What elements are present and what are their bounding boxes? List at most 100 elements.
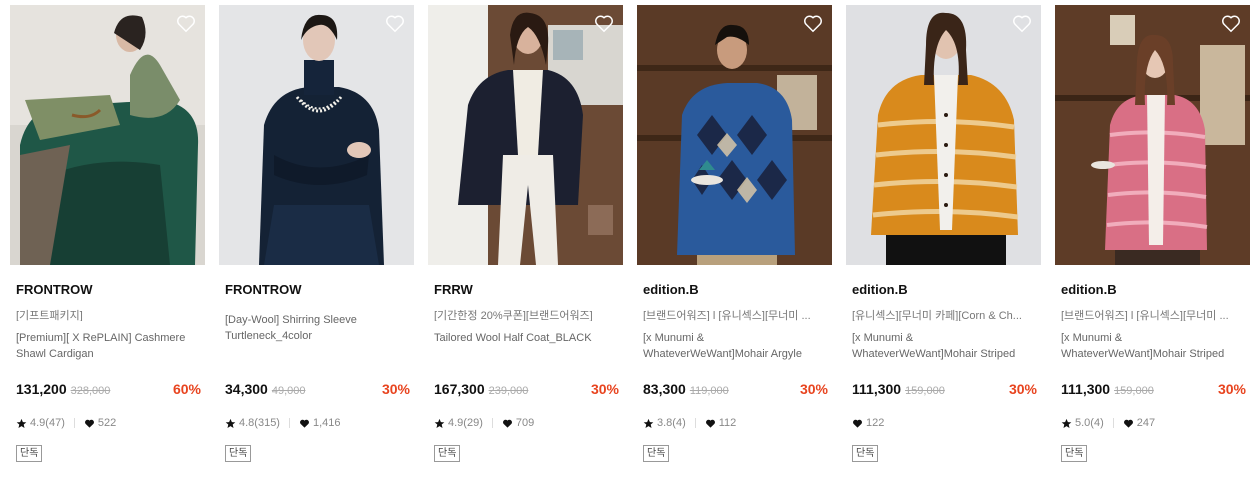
original-price: 328,000 (70, 385, 111, 397)
price-row: 83,300 119,000 30% (643, 381, 828, 397)
like-count: 247 (1136, 417, 1156, 429)
exclusive-badge: 단독 (1061, 445, 1088, 462)
product-tag: [브랜드어워즈] l [유니섹스][무너미 ... (643, 310, 811, 321)
brand-name[interactable]: FRRW (428, 282, 623, 298)
product-card[interactable]: FRRW [기간한정 20%쿠폰][브랜드어워즈] Tailored Wool … (428, 5, 623, 462)
exclusive-badge: 단독 (643, 445, 670, 462)
price-row: 131,200 328,000 60% (16, 381, 201, 397)
wishlist-heart-icon[interactable] (384, 12, 406, 34)
brand-name[interactable]: FRONTROW (219, 282, 414, 298)
product-grid: FRONTROW [기프트패키지] [Premium][ X RePLAIN] … (10, 5, 1250, 462)
like-heart-icon (300, 419, 309, 428)
product-photo (10, 5, 205, 265)
discount-rate: 30% (381, 381, 410, 397)
rating-text: 4.8(315) (239, 417, 280, 429)
price-row: 111,300 159,000 30% (852, 381, 1037, 397)
exclusive-badge: 단독 (225, 445, 252, 462)
product-tag: [기간한정 20%쿠폰][브랜드어워즈] (434, 310, 593, 321)
discount-rate: 30% (799, 381, 828, 397)
product-photo (219, 5, 414, 265)
product-title[interactable]: [x Munumi & WhateverWeWant]Mohair Stripe… (1055, 330, 1250, 362)
exclusive-badge: 단독 (852, 445, 879, 462)
like-count: 709 (515, 417, 535, 429)
original-price: 239,000 (488, 385, 529, 397)
product-photo (428, 5, 623, 265)
star-icon (16, 418, 27, 428)
wishlist-heart-icon[interactable] (1220, 12, 1242, 34)
sale-price: 167,300 (434, 381, 485, 397)
product-card[interactable]: FRONTROW [Day-Wool] Shirring Sleeve Turt… (219, 5, 414, 462)
product-image[interactable] (1055, 5, 1250, 265)
star-icon (225, 418, 236, 428)
product-title[interactable]: [x Munumi & WhateverWeWant]Mohair Stripe… (846, 330, 1041, 362)
product-image[interactable] (428, 5, 623, 265)
discount-rate: 30% (590, 381, 619, 397)
brand-name[interactable]: FRONTROW (10, 282, 205, 298)
product-title[interactable]: [Premium][ X RePLAIN] Cashmere Shawl Car… (10, 330, 205, 362)
product-tag: [유니섹스][무너미 카페][Corn & Ch... (852, 310, 1022, 321)
wishlist-heart-icon[interactable] (175, 12, 197, 34)
sale-price: 131,200 (16, 381, 67, 397)
sale-price: 34,300 (225, 381, 268, 397)
product-photo (846, 5, 1041, 265)
like-heart-icon (705, 419, 715, 428)
stat-divider (1112, 418, 1114, 428)
like-count: 522 (97, 417, 117, 429)
stat-divider (288, 418, 290, 428)
like-heart-icon (84, 419, 94, 428)
discount-rate: 30% (1008, 381, 1037, 397)
stat-divider (694, 418, 696, 428)
product-image[interactable] (846, 5, 1041, 265)
original-price: 159,000 (1114, 385, 1154, 397)
star-icon (1061, 418, 1072, 428)
rating-text: 4.9(47) (30, 417, 65, 429)
product-title[interactable]: [x Munumi & WhateverWeWant]Mohair Argyle… (637, 330, 832, 362)
like-count: 1,416 (312, 417, 341, 429)
brand-name[interactable]: edition.B (1055, 282, 1250, 298)
product-image[interactable] (219, 5, 414, 265)
product-stats: 3.8(4) 112 (643, 417, 736, 429)
product-image[interactable] (637, 5, 832, 265)
product-photo (637, 5, 832, 265)
original-price: 159,000 (905, 385, 945, 397)
product-photo (1055, 5, 1250, 265)
product-image[interactable] (10, 5, 205, 265)
product-card[interactable]: FRONTROW [기프트패키지] [Premium][ X RePLAIN] … (10, 5, 205, 462)
like-count: 112 (718, 417, 737, 429)
rating-text: 4.9(29) (448, 417, 483, 429)
star-icon (434, 418, 445, 428)
like-heart-icon (853, 419, 862, 428)
rating-text: 3.8(4) (657, 417, 686, 429)
product-title[interactable]: [Day-Wool] Shirring Sleeve Turtleneck_4c… (219, 312, 414, 344)
product-card[interactable]: edition.B [유니섹스][무너미 카페][Corn & Ch... [x… (846, 5, 1041, 462)
wishlist-heart-icon[interactable] (593, 12, 615, 34)
brand-name[interactable]: edition.B (846, 282, 1041, 298)
sale-price: 83,300 (643, 381, 686, 397)
product-tag: [기프트패키지] (16, 310, 83, 321)
stat-divider (491, 418, 493, 428)
wishlist-heart-icon[interactable] (802, 12, 824, 34)
product-card[interactable]: edition.B [브랜드어워즈] l [유니섹스][무너미 ... [x M… (1055, 5, 1250, 462)
stat-divider (73, 418, 75, 428)
product-card[interactable]: edition.B [브랜드어워즈] l [유니섹스][무너미 ... [x M… (637, 5, 832, 462)
sale-price: 111,300 (852, 381, 902, 397)
product-tag: [브랜드어워즈] l [유니섹스][무너미 ... (1061, 310, 1229, 321)
brand-name[interactable]: edition.B (637, 282, 832, 298)
product-stats: 4.9(47) 522 (16, 417, 116, 429)
product-stats: 122 (852, 417, 884, 429)
discount-rate: 60% (172, 381, 201, 397)
price-row: 167,300 239,000 30% (434, 381, 619, 397)
like-heart-icon (1123, 419, 1133, 428)
price-row: 34,300 49,000 30% (225, 381, 410, 397)
wishlist-heart-icon[interactable] (1011, 12, 1033, 34)
product-title[interactable]: Tailored Wool Half Coat_BLACK (428, 330, 623, 362)
like-count: 122 (866, 417, 885, 429)
like-heart-icon (502, 419, 512, 428)
rating-text: 5.0(4) (1075, 417, 1104, 429)
original-price: 119,000 (689, 385, 729, 397)
sale-price: 111,300 (1061, 381, 1111, 397)
discount-rate: 30% (1217, 381, 1246, 397)
star-icon (643, 418, 654, 428)
exclusive-badge: 단독 (434, 445, 461, 462)
exclusive-badge: 단독 (16, 445, 43, 462)
